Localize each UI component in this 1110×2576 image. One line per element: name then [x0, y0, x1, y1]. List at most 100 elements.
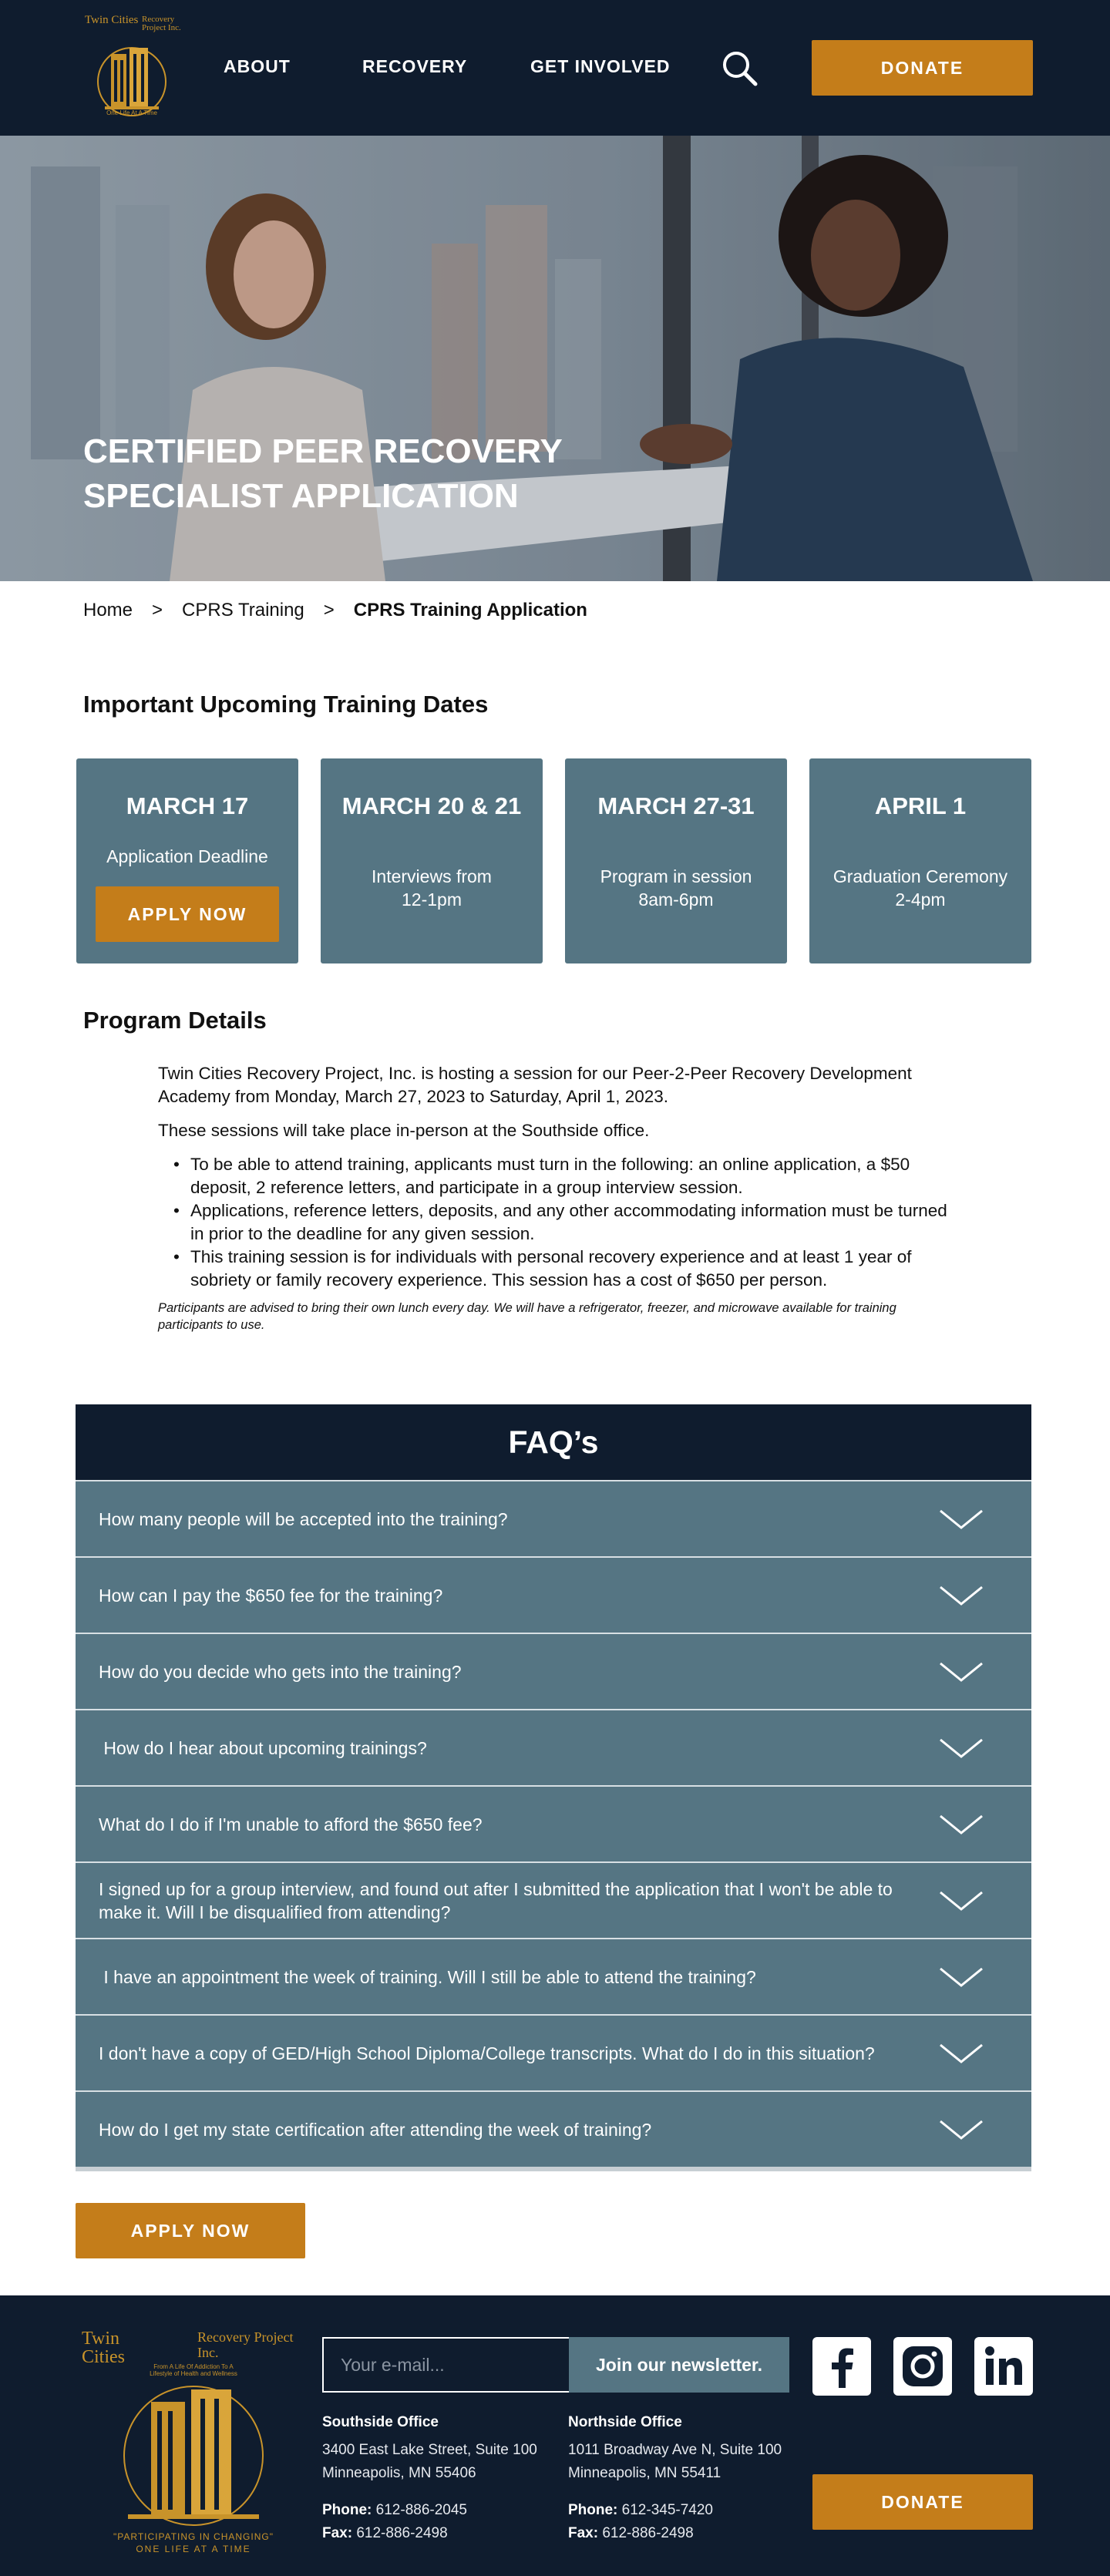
search-icon[interactable] [720, 49, 762, 88]
phone-number[interactable]: 612-886-2045 [376, 2502, 467, 2518]
faq-bottom-border [76, 2167, 1031, 2171]
chevron-down-icon [940, 1967, 983, 1987]
phone-number[interactable]: 612-345-7420 [622, 2502, 713, 2518]
card-desc-line: 2-4pm [895, 889, 946, 910]
fax-label: Fax: [568, 2525, 599, 2541]
site-footer: Twin Cities Recovery Project Inc. From A… [0, 2295, 1110, 2576]
faq-question: What do I do if I'm unable to afford the… [99, 1814, 483, 1834]
apply-now-button[interactable]: APPLY NOW [96, 886, 279, 942]
breadcrumb-cprs-training[interactable]: CPRS Training [182, 600, 304, 621]
office-city: Minneapolis, MN 55411 [568, 2465, 722, 2481]
dates-heading: Important Upcoming Training Dates [83, 691, 489, 718]
footer-logo: Twin Cities Recovery Project Inc. From A… [82, 2329, 305, 2561]
card-desc-line: 12-1pm [402, 889, 462, 910]
faq-title: FAQ’s [76, 1404, 1031, 1480]
date-card-interviews: MARCH 20 & 21 Interviews from 12-1pm [321, 758, 543, 963]
footer-donate-button[interactable]: DONATE [812, 2474, 1033, 2530]
faq-accordion: FAQ’s How many people will be accepted i… [76, 1404, 1031, 2171]
card-description: Application Deadline [106, 846, 268, 866]
nav-about[interactable]: ABOUT [224, 56, 291, 77]
northside-office: Northside Office 1011 Broadway Ave N, Su… [568, 2411, 782, 2545]
nav-recovery[interactable]: RECOVERY [362, 56, 467, 77]
footer-logo-twin-cities: Twin Cities [82, 2329, 126, 2367]
faq-question: How do you decide who gets into the trai… [99, 1661, 462, 1682]
breadcrumb-separator: > [323, 600, 335, 620]
date-card-deadline: MARCH 17 Application Deadline APPLY NOW [76, 758, 298, 963]
lunch-note: Participants are advised to bring their … [158, 1301, 896, 1332]
office-street: 3400 East Lake Street, Suite 100 [322, 2442, 537, 2458]
faq-item[interactable]: I have an appointment the week of traini… [76, 1938, 1031, 2014]
office-name: Southside Office [322, 2414, 439, 2430]
date-card-program: MARCH 27-31 Program in session 8am-6pm [565, 758, 787, 963]
card-description: Interviews from 12-1pm [321, 865, 543, 911]
faq-question: I don't have a copy of GED/High School D… [99, 2043, 875, 2063]
chevron-down-icon [940, 1586, 983, 1606]
faq-item[interactable]: How do you decide who gets into the trai… [76, 1633, 1031, 1709]
southside-office: Southside Office 3400 East Lake Street, … [322, 2411, 537, 2545]
facebook-icon[interactable] [812, 2337, 871, 2396]
faq-item[interactable]: How do I get my state certification afte… [76, 2090, 1031, 2167]
chevron-down-icon [940, 1891, 983, 1911]
breadcrumb: Home > CPRS Training > CPRS Training App… [83, 600, 587, 621]
faq-question: How do I get my state certification afte… [99, 2119, 652, 2140]
donate-button[interactable]: DONATE [812, 40, 1033, 96]
page-title: CERTIFIED PEER RECOVERY SPECIALIST APPLI… [83, 432, 563, 515]
faq-item[interactable]: What do I do if I'm unable to afford the… [76, 1785, 1031, 1861]
card-description: Program in session 8am-6pm [565, 865, 787, 911]
newsletter-email-input[interactable] [322, 2337, 569, 2393]
chevron-down-icon [940, 1814, 983, 1834]
fax-number: 612-886-2498 [602, 2525, 694, 2541]
office-street: 1011 Broadway Ave N, Suite 100 [568, 2442, 782, 2458]
breadcrumb-current: CPRS Training Application [353, 600, 587, 620]
logo-twin-cities-text: Twin Cities [85, 14, 139, 26]
chevron-down-icon [940, 2120, 983, 2140]
instagram-icon[interactable] [893, 2337, 952, 2396]
list-item: To be able to attend training, applicant… [173, 1153, 952, 1199]
faq-question: I have an appointment the week of traini… [99, 1966, 756, 1987]
faq-item[interactable]: I don't have a copy of GED/High School D… [76, 2014, 1031, 2090]
chevron-down-icon [940, 2043, 983, 2063]
faq-question: I signed up for a group interview, and f… [99, 1878, 893, 1922]
apply-now-bottom-button[interactable]: APPLY NOW [76, 2203, 305, 2258]
card-date: MARCH 17 [126, 792, 249, 819]
logo-recovery-text: Recovery Project Inc. [142, 15, 181, 32]
breadcrumb-home[interactable]: Home [83, 600, 133, 621]
nav-get-involved[interactable]: GET INVOLVED [530, 56, 671, 77]
footer-logo-arc-text: From A Life Of Addiction To A Lifestyle … [150, 2363, 237, 2377]
office-city: Minneapolis, MN 55406 [322, 2465, 476, 2481]
newsletter-join-button[interactable]: Join our newsletter. [569, 2337, 789, 2393]
office-name: Northside Office [568, 2414, 682, 2430]
newsletter-form: Join our newsletter. [322, 2337, 789, 2393]
faq-question: How do I hear about upcoming trainings? [99, 1737, 427, 1758]
program-details: Twin Cities Recovery Project, Inc. is ho… [158, 1062, 952, 1333]
requirements-list: To be able to attend training, applicant… [173, 1153, 952, 1292]
chevron-down-icon [940, 1509, 983, 1529]
chevron-down-icon [940, 1662, 983, 1682]
card-desc-line: Program in session [600, 866, 752, 886]
logo-buildings-icon [123, 2386, 264, 2526]
card-date: MARCH 20 & 21 [341, 792, 522, 819]
card-date: APRIL 1 [874, 792, 967, 819]
faq-question: How many people will be accepted into th… [99, 1508, 508, 1529]
office-phone: Phone: 612-886-2045 [322, 2499, 537, 2522]
date-card-graduation: APRIL 1 Graduation Ceremony 2-4pm [809, 758, 1031, 963]
footer-logo-recovery: Recovery Project Inc. [197, 2329, 294, 2360]
phone-label: Phone: [568, 2502, 618, 2518]
card-date: MARCH 27-31 [597, 792, 755, 819]
program-intro: Twin Cities Recovery Project, Inc. is ho… [158, 1064, 912, 1106]
list-item: Applications, reference letters, deposit… [173, 1199, 952, 1246]
fax-number: 612-886-2498 [356, 2525, 448, 2541]
fax-label: Fax: [322, 2525, 353, 2541]
card-desc-line: Interviews from [372, 866, 492, 886]
faq-item[interactable]: How can I pay the $650 fee for the train… [76, 1556, 1031, 1633]
footer-logo-tagline: ONE LIFE AT A TIME [136, 2544, 251, 2554]
hero-banner: CERTIFIED PEER RECOVERY SPECIALIST APPLI… [0, 136, 1110, 581]
faq-item[interactable]: I signed up for a group interview, and f… [76, 1861, 1031, 1938]
footer-logo-slogan: "PARTICIPATING IN CHANGING" [113, 2531, 274, 2542]
linkedin-icon[interactable] [974, 2337, 1033, 2396]
office-fax: Fax: 612-886-2498 [568, 2522, 782, 2545]
faq-item[interactable]: How many people will be accepted into th… [76, 1480, 1031, 1556]
breadcrumb-separator: > [152, 600, 163, 620]
site-logo[interactable]: Twin Cities Recovery Project Inc. One Li… [83, 14, 181, 119]
faq-item[interactable]: How do I hear about upcoming trainings? [76, 1709, 1031, 1785]
